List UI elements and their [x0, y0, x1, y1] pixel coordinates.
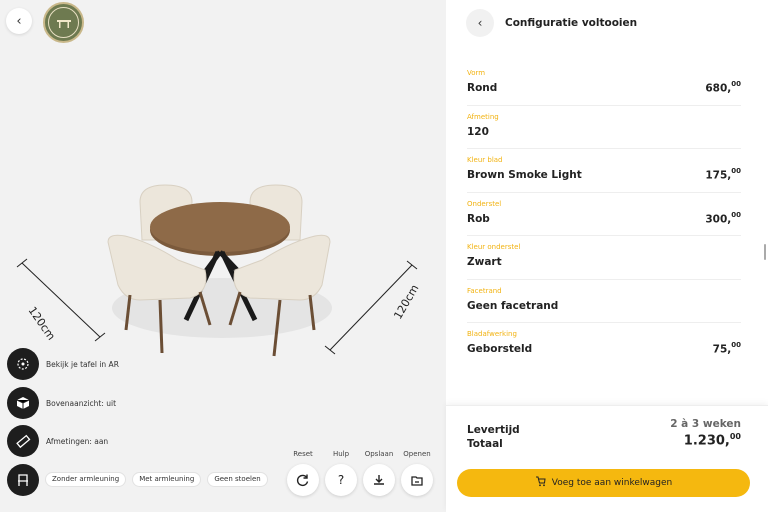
add-to-cart-button[interactable]: Voeg toe aan winkelwagen [457, 469, 750, 497]
logo-emblem [48, 7, 79, 38]
config-key: Kleur onderstel [467, 243, 521, 251]
page-title: Configuratie voltooien [505, 17, 638, 29]
action-help[interactable]: Hulp ? [324, 448, 358, 496]
action-label-open: Openen [403, 450, 431, 458]
chip-geen-stoelen[interactable]: Geen stoelen [207, 472, 268, 487]
delivery-time-value: 2 à 3 weken [670, 418, 741, 430]
tool-dimensions[interactable]: Afmetingen: aan [7, 425, 108, 457]
product-viewer: ‹ 120cm 120cm Bekijk je tafel in AR Bove… [0, 0, 446, 512]
config-row: Facetrand Geen facetrand [467, 280, 741, 323]
tool-chairs[interactable] [7, 464, 39, 496]
config-row: Vorm Rond 680,00 [467, 62, 741, 106]
panel-back-button[interactable]: ‹ [466, 9, 494, 37]
config-row: Kleur onderstel Zwart [467, 236, 741, 280]
action-label-reset: Reset [293, 450, 313, 458]
total-label: Totaal [467, 438, 503, 450]
panel-scrollbar[interactable] [764, 244, 766, 260]
cart-icon [535, 476, 546, 490]
config-value: Zwart [467, 256, 502, 268]
config-value: Geborsteld [467, 343, 533, 355]
brand-logo[interactable] [43, 2, 84, 43]
config-value: Geen facetrand [467, 299, 559, 312]
config-list: Vorm Rond 680,00 Afmeting 120 Kleur blad… [467, 62, 741, 367]
tool-label-dimensions: Afmetingen: aan [46, 436, 109, 446]
chair-icon[interactable] [7, 464, 39, 496]
ruler-icon[interactable] [7, 425, 39, 457]
config-value: Rob [467, 212, 490, 225]
config-price: 300,00 [705, 210, 741, 226]
chevron-left-icon: ‹ [16, 13, 22, 29]
action-save[interactable]: Opslaan [362, 448, 396, 496]
tool-topview[interactable]: Bovenaanzicht: uit [7, 387, 116, 419]
tool-label-topview: Bovenaanzicht: uit [46, 398, 117, 408]
config-key: Onderstel [467, 199, 502, 208]
action-label-help: Hulp [332, 450, 350, 458]
config-price: 680,00 [705, 80, 741, 95]
table-3d-scene[interactable]: 120cm 120cm [0, 160, 446, 370]
table-logo-icon [56, 19, 71, 28]
config-key: Bladafwerking [467, 330, 517, 338]
config-key: Afmeting [467, 112, 499, 121]
dimension-label-left: 120cm [26, 304, 58, 342]
config-key: Facetrand [467, 286, 502, 295]
open-folder-icon[interactable] [401, 464, 433, 496]
config-row: Kleur blad Brown Smoke Light 175,00 [467, 149, 741, 193]
chip-met-armleuning[interactable]: Met armleuning [132, 472, 202, 487]
cube-icon[interactable] [7, 387, 39, 419]
total-value: 1.230,00 [683, 432, 741, 449]
action-label-save: Opslaan [364, 450, 394, 458]
config-value: Rond [467, 82, 498, 94]
total-row: Totaal 1.230,00 [467, 432, 741, 451]
action-open[interactable]: Openen [400, 448, 434, 496]
config-key: Vorm [467, 69, 486, 77]
chevron-left-icon: ‹ [477, 16, 483, 30]
refresh-icon[interactable] [287, 464, 319, 496]
config-price: 75,00 [712, 341, 741, 356]
chair-options: Zonder armleuning Met armleuning Geen st… [45, 472, 268, 487]
config-row: Bladafwerking Geborsteld 75,00 [467, 323, 741, 367]
tool-ar[interactable]: Bekijk je tafel in AR [7, 348, 119, 380]
chip-zonder-armleuning[interactable]: Zonder armleuning [45, 472, 127, 487]
config-row: Afmeting 120 [467, 106, 741, 149]
dimension-label-right: 120cm [391, 282, 421, 321]
action-reset[interactable]: Reset [286, 448, 320, 496]
back-button[interactable]: ‹ [6, 8, 32, 34]
config-price: 175,00 [705, 167, 741, 182]
config-row: Onderstel Rob 300,00 [467, 193, 741, 236]
help-icon[interactable]: ? [325, 464, 357, 496]
ar-icon[interactable] [7, 348, 39, 380]
download-icon[interactable] [363, 464, 395, 496]
tool-label-ar: Bekijk je tafel in AR [46, 359, 119, 369]
config-value: 120 [467, 125, 489, 138]
config-key: Kleur blad [467, 156, 503, 164]
config-value: Brown Smoke Light [467, 169, 582, 181]
add-to-cart-label: Voeg toe aan winkelwagen [551, 478, 673, 488]
panel-header: ‹ Configuratie voltooien [446, 0, 768, 46]
